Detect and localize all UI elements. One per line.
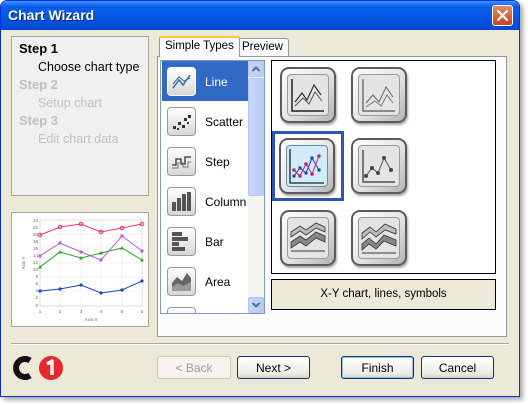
chart-type-label: Bar — [205, 235, 224, 249]
y-tick: 0 — [35, 303, 38, 308]
chart-type-icon — [167, 307, 196, 313]
y-tick: 24 — [33, 218, 39, 223]
finish-button[interactable]: Finish — [341, 356, 414, 379]
step-1-label: Choose chart type — [38, 60, 140, 74]
step-2-heading: Step 2 — [19, 77, 59, 92]
dialog-client: Step 1 Choose chart type Step 2 Setup ch… — [5, 30, 515, 394]
chart-type-area[interactable]: Area — [162, 261, 248, 301]
scroll-up-button[interactable] — [248, 61, 264, 77]
scatter-chart-icon — [167, 107, 196, 136]
y-axis-label: Axis Y — [21, 257, 26, 270]
scroll-thumb[interactable] — [248, 78, 264, 196]
chart-type-label: Area — [205, 275, 231, 289]
footer-separator — [11, 343, 509, 345]
y-tick: 2 — [35, 295, 38, 300]
title-bar[interactable]: Chart Wizard — [1, 1, 519, 30]
chart-type-scatter[interactable]: Scatter — [162, 101, 248, 141]
chart-subtype-gallery — [271, 60, 496, 274]
y-tick: 16 — [33, 246, 39, 251]
tab-label: Preview — [242, 41, 283, 53]
chart-type-label: Line — [205, 75, 228, 89]
subtype-line-3d[interactable] — [280, 210, 336, 266]
chart-type-label: Scatter — [205, 115, 244, 129]
subtype-description: X-Y chart, lines, symbols — [271, 279, 496, 310]
line-symbols-chart-icon — [358, 145, 400, 187]
step-2-label: Setup chart — [38, 96, 102, 110]
chart-preview: 24 22 20 18 16 14 12 10 8 6 4 2 0 1 2 3 … — [11, 212, 149, 327]
window-title: Chart Wizard — [8, 7, 95, 23]
chart-type-bar[interactable]: Bar — [162, 221, 248, 261]
close-icon — [497, 10, 508, 21]
x-tick: 3 — [80, 309, 83, 314]
c1-logo — [13, 355, 69, 384]
subtype-line-3d-stacked[interactable] — [351, 210, 407, 266]
chart-type-label: Step — [205, 155, 230, 169]
x-tick: 2 — [59, 309, 62, 314]
chart-type-partial[interactable] — [162, 301, 248, 313]
steps-panel: Step 1 Choose chart type Step 2 Setup ch… — [11, 36, 149, 196]
column-chart-icon — [167, 187, 196, 216]
chart-wizard-window: Chart Wizard Step 1 Choose chart type St… — [0, 0, 520, 397]
line-chart-icon — [358, 74, 400, 116]
subtype-line-lines[interactable] — [280, 67, 336, 123]
scroll-down-button[interactable] — [248, 297, 264, 313]
y-tick: 10 — [33, 267, 39, 272]
chart-type-label: Column — [205, 195, 247, 209]
step-3-label: Edit chart data — [38, 132, 119, 146]
y-tick: 8 — [35, 274, 38, 279]
tab-label: Simple Types — [165, 40, 234, 52]
y-tick: 14 — [33, 253, 39, 258]
x-tick: 6 — [141, 309, 144, 314]
y-tick: 22 — [33, 225, 39, 230]
chart-type-scrollbar[interactable] — [248, 61, 264, 313]
x-tick: 5 — [121, 309, 124, 314]
x-tick: 1 — [39, 309, 42, 314]
tab-preview[interactable]: Preview — [236, 38, 289, 57]
line-chart-icon — [167, 67, 196, 96]
chevron-up-icon — [251, 66, 261, 72]
chart-type-list[interactable]: Line Scatter Step Column Bar Area — [160, 60, 265, 314]
line-chart-icon — [287, 74, 329, 116]
y-tick: 6 — [35, 281, 38, 286]
chart-type-line[interactable]: Line — [162, 61, 248, 101]
chart-type-step[interactable]: Step — [162, 141, 248, 181]
3d-line-chart-icon — [358, 217, 400, 259]
y-tick: 12 — [33, 260, 39, 265]
y-tick: 4 — [35, 288, 38, 293]
area-chart-icon — [167, 267, 196, 296]
step-1-heading: Step 1 — [19, 41, 59, 56]
tab-simple-types[interactable]: Simple Types — [159, 36, 240, 57]
preview-chart-svg: 24 22 20 18 16 14 12 10 8 6 4 2 0 1 2 3 … — [21, 218, 145, 322]
simple-types-panel: Line Scatter Step Column Bar Area X-Y ch… — [157, 56, 507, 337]
cancel-button[interactable]: Cancel — [421, 356, 494, 379]
y-tick: 20 — [33, 232, 39, 237]
y-tick: 18 — [33, 239, 39, 244]
step-chart-icon — [167, 147, 196, 176]
bar-chart-icon — [167, 227, 196, 256]
3d-line-chart-icon — [287, 217, 329, 259]
close-button[interactable] — [492, 5, 513, 26]
subtype-line-symbols-gray[interactable] — [351, 138, 407, 194]
step-3-heading: Step 3 — [19, 113, 59, 128]
subtype-line-symbols[interactable] — [279, 138, 335, 194]
x-tick: 4 — [100, 309, 103, 314]
chevron-down-icon — [251, 302, 261, 308]
subtype-line-smooth[interactable] — [351, 67, 407, 123]
chart-type-column[interactable]: Column — [162, 181, 248, 221]
line-symbols-chart-icon — [286, 145, 328, 187]
back-button[interactable]: < Back — [157, 356, 231, 379]
next-button[interactable]: Next > — [237, 356, 310, 379]
x-axis-label: Axis X — [85, 317, 98, 322]
